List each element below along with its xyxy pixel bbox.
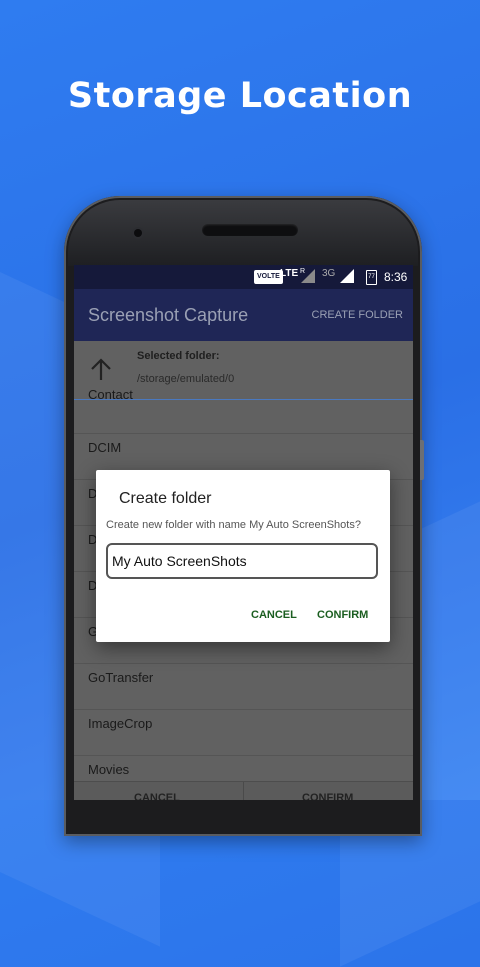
folder-name: DCIM [88,440,122,455]
divider [243,782,244,800]
selected-folder-label: Selected folder: [137,350,220,362]
network-label: 3G [322,268,336,279]
dialog-cancel-button[interactable]: CANCEL [251,609,297,621]
folder-name-input[interactable] [106,543,378,579]
front-camera [134,229,142,237]
confirm-button[interactable]: CONFIRM [302,792,353,800]
dialog-title: Create folder [119,490,212,507]
list-item[interactable]: ImageCrop [74,709,413,756]
lte-label: LTE [280,268,299,279]
signal-icon [340,269,354,283]
selected-folder-path: /storage/emulated/0 [137,373,235,385]
dialog-confirm-button[interactable]: CONFIRM [317,609,368,621]
folder-name: GoTransfer [88,670,154,685]
clock: 8:36 [384,270,408,284]
list-item[interactable]: Contact [74,387,413,434]
list-item[interactable]: GoTransfer [74,663,413,710]
volte-badge: VOLTE [254,270,283,284]
arrow-up-icon[interactable] [88,357,114,383]
phone-side-button [420,440,424,480]
create-folder-dialog: Create folder Create new folder with nam… [96,470,390,642]
folder-name: Contact [88,387,133,402]
cancel-button[interactable]: CANCEL [134,792,180,800]
promo-title: Storage Location [67,76,413,116]
app-bar: Screenshot Capture CREATE FOLDER [74,289,413,341]
dialog-message: Create new folder with name My Auto Scre… [106,519,361,531]
status-bar: VOLTE LTE R 3G 77 8:36 [74,265,413,289]
folder-name: Movies [88,762,130,777]
battery-icon: 77 [366,270,377,285]
create-folder-button[interactable]: CREATE FOLDER [312,309,403,321]
bottom-action-bar: CANCEL CONFIRM [74,781,413,800]
earpiece-speaker [202,224,298,236]
app-title: Screenshot Capture [88,305,249,325]
folder-name: ImageCrop [88,716,153,731]
roaming-label: R [300,268,306,275]
